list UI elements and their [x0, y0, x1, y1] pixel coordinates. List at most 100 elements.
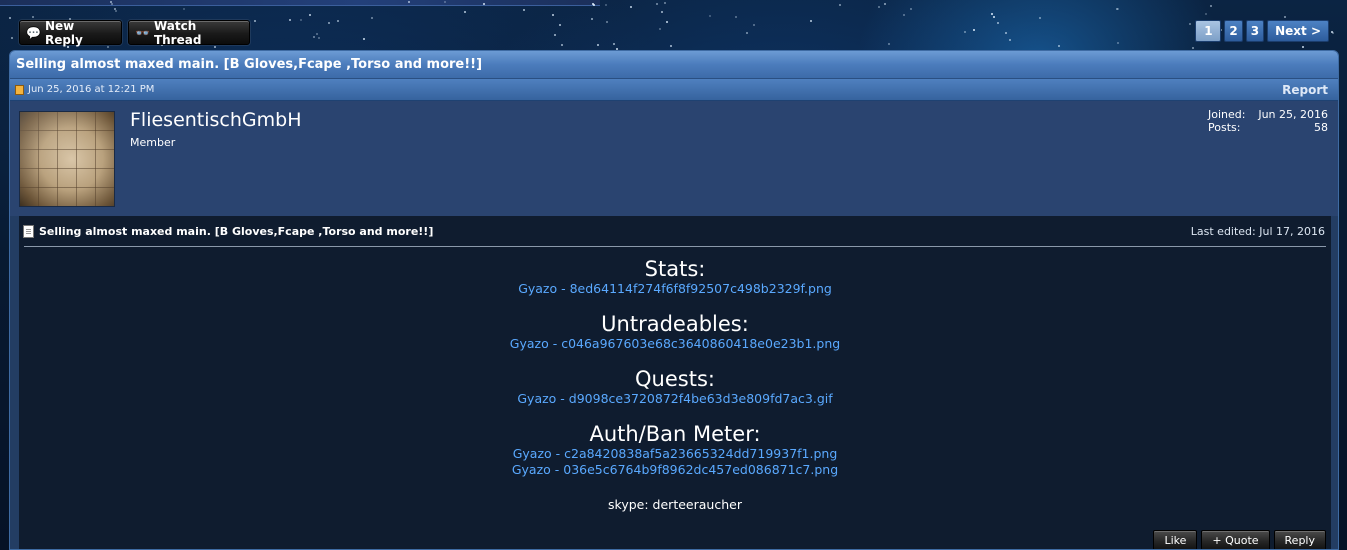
star [659, 28, 661, 30]
star [1205, 13, 1207, 15]
post-content: Stats: Gyazo - 8ed64114f274f6f8f92507c49… [19, 247, 1331, 512]
posts-label: Posts: [1208, 121, 1241, 134]
pagination: 1 2 3 Next > [1195, 20, 1329, 42]
star [111, 3, 113, 5]
star [670, 45, 672, 47]
gyazo-link[interactable]: Gyazo - c046a967603e68c3640860418e0e23b1… [19, 336, 1331, 352]
post-icon [15, 84, 24, 95]
thread-title: Selling almost maxed main. [B Gloves,Fca… [10, 51, 1338, 79]
post-actions: Like + Quote Reply [1153, 530, 1326, 549]
star [1332, 32, 1334, 34]
star [289, 19, 291, 21]
next-page-link[interactable]: Next > [1267, 20, 1329, 42]
page-1-link[interactable]: 1 [1195, 20, 1222, 42]
thread-container: Selling almost maxed main. [B Gloves,Fca… [9, 50, 1339, 550]
username[interactable]: FliesentischGmbH [130, 109, 302, 131]
star [559, 24, 561, 26]
star [753, 24, 755, 26]
star [973, 29, 975, 31]
report-link[interactable]: Report [1282, 83, 1328, 97]
star [337, 20, 339, 22]
star [591, 18, 593, 20]
star [464, 11, 466, 13]
star [1005, 32, 1007, 34]
star [313, 36, 315, 38]
star [408, 1, 410, 3]
section-stats: Stats: Gyazo - 8ed64114f274f6f8f92507c49… [19, 257, 1331, 297]
star [9, 17, 11, 19]
gyazo-link[interactable]: Gyazo - d9098ce3720872f4be63d3e809fd7ac3… [19, 391, 1331, 407]
watch-thread-button[interactable]: 👓 Watch Thread [128, 19, 250, 47]
quote-button[interactable]: + Quote [1201, 530, 1270, 549]
last-edited: Last edited: Jul 17, 2016 [1190, 224, 1325, 238]
page-3-link[interactable]: 3 [1245, 20, 1265, 42]
star [328, 22, 330, 24]
skype-contact: skype: derteeraucher [608, 497, 742, 512]
star [371, 17, 373, 19]
star [254, 20, 256, 22]
star [709, 15, 711, 17]
gyazo-link[interactable]: Gyazo - 8ed64114f274f6f8f92507c498b2329f… [19, 281, 1331, 297]
star [597, 44, 599, 46]
section-heading: Untradeables: [601, 312, 749, 336]
star [32, 16, 34, 18]
star [888, 43, 890, 45]
section-quests: Quests: Gyazo - d9098ce3720872f4be63d3e8… [19, 367, 1331, 407]
star [878, 6, 880, 8]
new-reply-button[interactable]: 💬 New Reply [19, 18, 122, 47]
star [964, 31, 966, 33]
section-heading: Quests: [635, 367, 715, 391]
star [523, 9, 525, 11]
star [1284, 16, 1286, 18]
star [592, 3, 594, 5]
star [746, 32, 748, 34]
star [1302, 46, 1304, 48]
star [1210, 5, 1212, 7]
user-stats: Joined: Jun 25, 2016 Posts: 58 [1208, 108, 1328, 134]
section-untradeables: Untradeables: Gyazo - c046a967603e68c364… [19, 312, 1331, 352]
star [1039, 17, 1041, 19]
document-icon [23, 224, 34, 238]
star [666, 21, 668, 23]
star [630, 6, 632, 8]
gyazo-link[interactable]: Gyazo - c2a8420838af5a23665324dd719937f1… [19, 446, 1331, 462]
post-header: Jun 25, 2016 at 12:21 PM Report [10, 79, 1338, 101]
star [910, 8, 912, 10]
post-date: Jun 25, 2016 at 12:21 PM [15, 84, 154, 95]
star [11, 37, 13, 39]
star [884, 3, 886, 5]
star [1117, 42, 1119, 44]
new-reply-label: New Reply [44, 18, 83, 47]
star [115, 10, 117, 12]
star [300, 19, 302, 21]
star [363, 38, 365, 40]
joined-value: Jun 25, 2016 [1258, 108, 1328, 121]
star [606, 21, 608, 23]
star [1009, 39, 1011, 41]
star [810, 20, 812, 22]
gyazo-link[interactable]: Gyazo - 036e5c6764b9f8962dc457ed086871c7… [19, 462, 1331, 478]
user-info: FliesentischGmbH Member Joined: Jun 25, … [10, 101, 1338, 216]
star [656, 3, 658, 5]
star [554, 34, 556, 36]
star [309, 14, 311, 16]
star [444, 1, 446, 3]
post-body-header: Selling almost maxed main. [B Gloves,Fca… [19, 216, 1331, 246]
user-title: Member [130, 136, 176, 149]
post-date-text: Jun 25, 2016 at 12:21 PM [28, 84, 155, 95]
post-body: Selling almost maxed main. [B Gloves,Fca… [19, 216, 1331, 549]
star [661, 11, 663, 13]
star [316, 33, 318, 35]
reply-button[interactable]: Reply [1273, 530, 1326, 549]
star [561, 44, 563, 46]
star [991, 13, 993, 15]
section-heading: Auth/Ban Meter: [589, 422, 761, 446]
star [1192, 47, 1194, 49]
posts-value: 58 [1314, 121, 1328, 134]
section-auth-ban-meter: Auth/Ban Meter: Gyazo - c2a8420838af5a23… [19, 422, 1331, 478]
like-button[interactable]: Like [1153, 530, 1198, 549]
page-2-link[interactable]: 2 [1224, 20, 1243, 42]
avatar[interactable] [19, 111, 115, 207]
star [183, 8, 185, 10]
star [613, 43, 615, 45]
